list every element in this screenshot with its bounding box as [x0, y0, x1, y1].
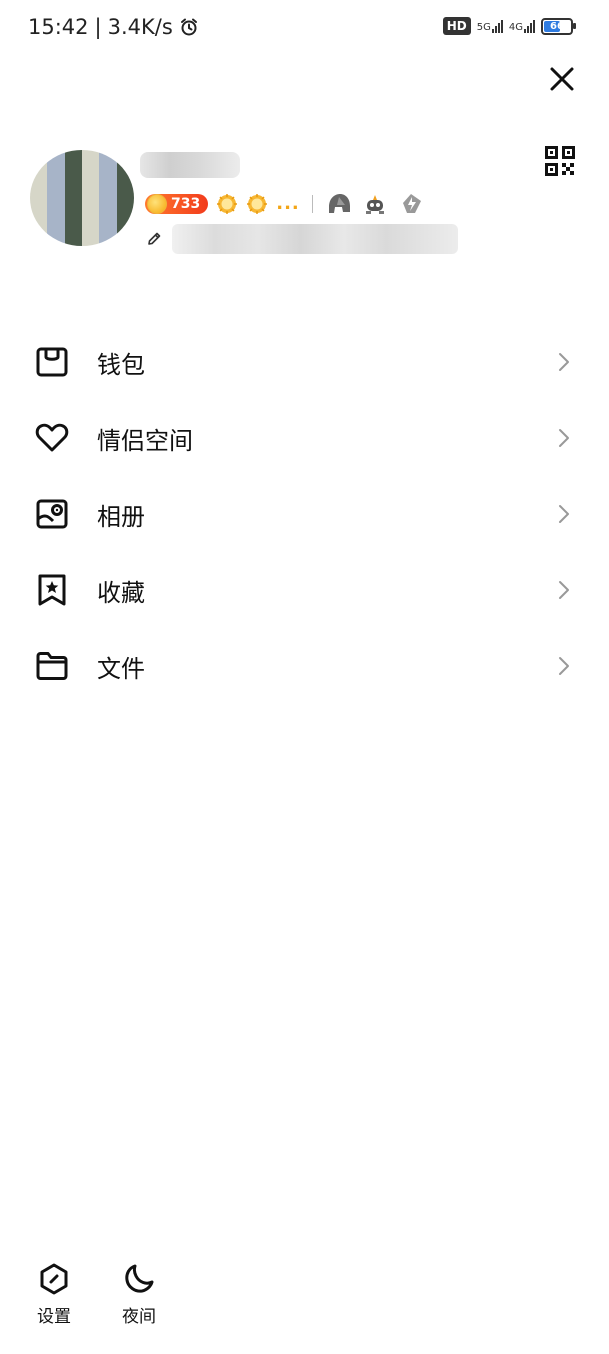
sun-level-icon	[217, 194, 238, 214]
chevron-right-icon	[559, 657, 569, 675]
qr-code-icon	[545, 146, 575, 176]
avatar-pixel	[30, 150, 48, 166]
avatar-pixel	[116, 230, 134, 246]
status-right: HD 5G 4G 66	[442, 17, 576, 35]
avatar-pixel	[47, 182, 65, 198]
avatar-pixel	[99, 182, 117, 198]
more-levels-dots: ...	[276, 193, 300, 214]
chevron-right-icon	[559, 353, 569, 371]
battery-icon: 66	[541, 17, 576, 35]
robot-icon	[365, 195, 384, 214]
avatar-pixel	[47, 230, 65, 246]
album-icon	[36, 499, 68, 529]
avatar-pixel	[47, 150, 65, 166]
signal-bars-icon	[524, 19, 535, 33]
avatar-pixel	[99, 198, 117, 214]
chevron-right-icon	[559, 581, 569, 599]
coin-badge[interactable]: 733	[145, 194, 209, 214]
avatar-pixel	[99, 230, 117, 246]
username-blurred[interactable]	[140, 152, 240, 178]
avatar-pixel	[82, 230, 100, 246]
avatar-pixel	[30, 214, 48, 230]
avatar-pixel	[30, 166, 48, 182]
battery-level: 66	[550, 20, 564, 32]
status-divider: |	[94, 15, 102, 39]
status-left: 15:42 | 3.4K/s	[28, 15, 199, 39]
avatar-pixel	[82, 166, 100, 182]
menu-label-album: 相册	[97, 502, 145, 531]
settings-button[interactable]: 设置	[24, 1262, 84, 1332]
wallet-icon	[36, 347, 68, 377]
sun-level-icon	[247, 194, 268, 214]
avatar-pixel	[82, 182, 100, 198]
signal-4g: 4G	[509, 19, 535, 33]
bookmark-star-icon	[38, 574, 66, 606]
alarm-icon	[180, 18, 197, 36]
close-button[interactable]	[545, 62, 579, 96]
menu-label-couple-space: 情侣空间	[97, 426, 193, 455]
avatar-pixel	[116, 198, 134, 214]
avatar-pixel	[99, 150, 117, 166]
menu-item-favorites[interactable]: 收藏	[0, 552, 609, 628]
avatar-pixel	[82, 198, 100, 214]
avatar-pixel	[116, 214, 134, 230]
menu-label-files: 文件	[97, 654, 145, 683]
avatar-pixel	[116, 182, 134, 198]
chevron-right-icon	[559, 505, 569, 523]
avatar-pixel	[30, 182, 48, 198]
coin-icon	[147, 194, 167, 214]
helmet-icon	[328, 194, 350, 213]
avatar-pixel	[64, 198, 82, 214]
avatar-pixel	[64, 214, 82, 230]
signal-bars-icon	[491, 19, 503, 33]
avatar-pixel	[47, 166, 65, 182]
heart-icon	[35, 423, 69, 452]
hd-badge: HD	[442, 17, 471, 35]
coin-value: 733	[171, 196, 201, 212]
signal-4g-label: 4G	[508, 22, 523, 33]
avatar-pixel	[82, 150, 100, 166]
settings-label: 设置	[37, 1307, 71, 1327]
avatar-pixel	[64, 230, 82, 246]
avatar-pixel	[30, 198, 48, 214]
menu-item-album[interactable]: 相册	[0, 476, 609, 552]
folder-icon	[36, 652, 68, 680]
badge-row[interactable]: 733 ...	[145, 191, 425, 217]
avatar-pixel	[64, 182, 82, 198]
qr-code-button[interactable]	[545, 146, 575, 176]
menu-label-wallet: 钱包	[97, 350, 145, 379]
edit-pencil-icon	[148, 232, 161, 245]
network-speed: 3.4K/s	[107, 15, 173, 39]
avatar-pixel	[47, 214, 65, 230]
badge-separator	[311, 195, 313, 213]
menu-label-favorites: 收藏	[97, 578, 145, 607]
settings-icon	[40, 1263, 68, 1295]
signature-blurred[interactable]	[172, 224, 458, 254]
avatar-pixel	[116, 150, 134, 166]
avatar-pixel	[116, 166, 134, 182]
avatar[interactable]	[30, 150, 134, 246]
night-mode-label: 夜间	[122, 1307, 156, 1327]
drawer-menu: 钱包 情侣空间 相册 收藏 文件	[0, 324, 609, 704]
menu-item-couple-space[interactable]: 情侣空间	[0, 400, 609, 476]
signature-row[interactable]	[146, 224, 458, 254]
status-bar: 15:42 | 3.4K/s HD 5G 4G 66	[0, 0, 609, 56]
avatar-pixel	[99, 214, 117, 230]
moon-icon	[125, 1264, 154, 1293]
menu-item-files[interactable]: 文件	[0, 628, 609, 704]
lightning-badge-icon	[402, 194, 421, 213]
night-mode-button[interactable]: 夜间	[109, 1262, 169, 1332]
avatar-pixel	[64, 150, 82, 166]
signal-5g: 5G	[477, 19, 503, 33]
avatar-pixel	[47, 198, 65, 214]
avatar-pixel	[30, 230, 48, 246]
chevron-right-icon	[559, 429, 569, 447]
close-icon	[550, 67, 574, 91]
status-time: 15:42	[28, 15, 89, 39]
avatar-pixel	[64, 166, 82, 182]
avatar-pixel	[99, 166, 117, 182]
signal-5g-label: 5G	[476, 22, 491, 33]
avatar-pixel	[82, 214, 100, 230]
menu-item-wallet[interactable]: 钱包	[0, 324, 609, 400]
